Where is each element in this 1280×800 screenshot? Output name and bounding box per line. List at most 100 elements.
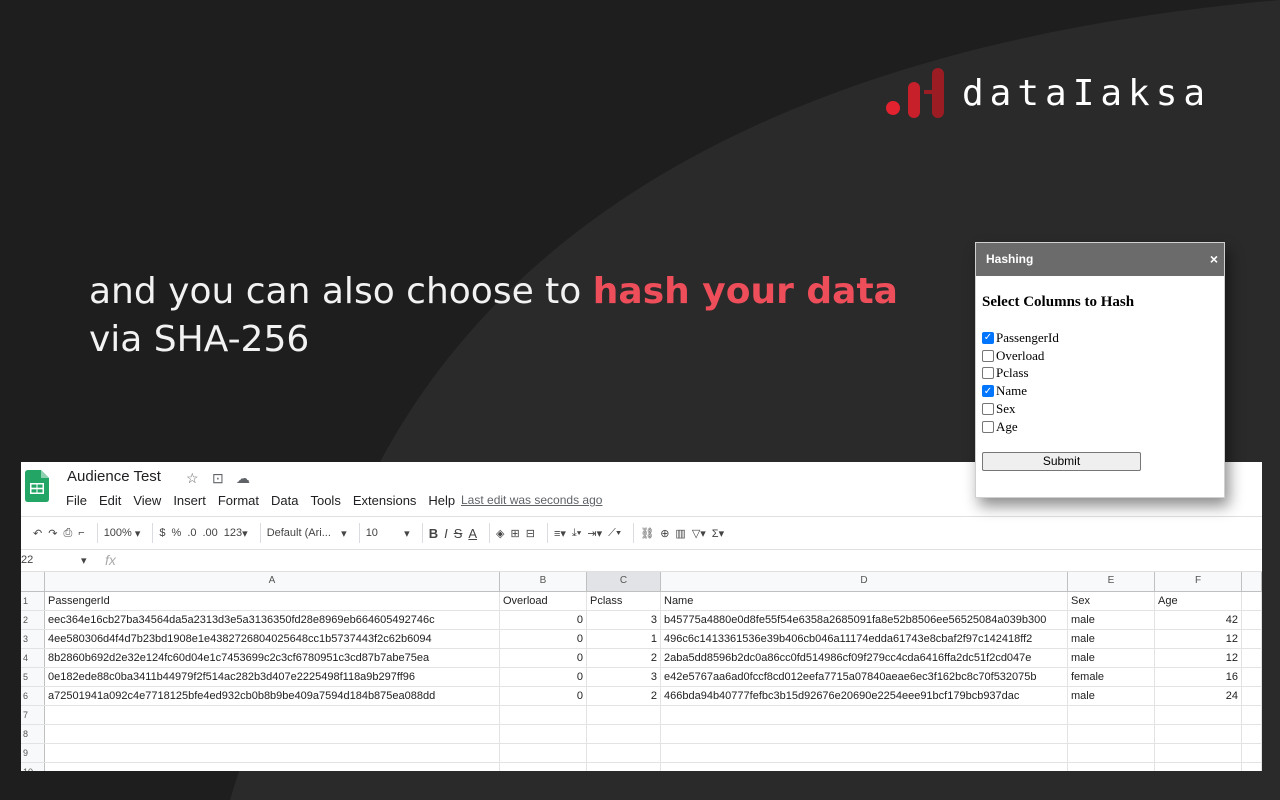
row-number[interactable]: 8 <box>21 725 45 743</box>
table-cell[interactable]: Name <box>661 592 1068 610</box>
column-header-a[interactable]: A <box>45 572 500 591</box>
table-cell[interactable] <box>587 744 661 762</box>
column-header-c[interactable]: C <box>587 572 661 591</box>
column-option-label[interactable]: Sex <box>996 401 1016 417</box>
column-header-e[interactable]: E <box>1068 572 1155 591</box>
table-cell[interactable]: e42e5767aa6ad0fccf8cd012eefa7715a07840ae… <box>661 668 1068 686</box>
menu-insert[interactable]: Insert <box>173 493 206 508</box>
row-number[interactable]: 4 <box>21 649 45 667</box>
vertical-align-icon[interactable]: ⤓▾ <box>572 521 581 545</box>
table-cell[interactable]: a72501941a092c4e7718125bfe4ed932cb0b8b9b… <box>45 687 500 705</box>
table-cell[interactable]: male <box>1068 630 1155 648</box>
table-cell[interactable] <box>1242 763 1262 771</box>
table-cell[interactable] <box>1242 725 1262 743</box>
table-cell[interactable] <box>500 725 587 743</box>
cloud-status-icon[interactable]: ☁ <box>236 470 250 487</box>
close-icon[interactable]: × <box>1210 243 1218 276</box>
menu-help[interactable]: Help <box>428 493 455 508</box>
insert-comment-icon[interactable]: ⊕ <box>660 521 669 545</box>
menu-tools[interactable]: Tools <box>310 493 340 508</box>
table-cell[interactable] <box>1242 744 1262 762</box>
column-header-f[interactable]: F <box>1155 572 1242 591</box>
table-cell[interactable]: PassengerId <box>45 592 500 610</box>
table-cell[interactable]: 466bda94b40777fefbc3b15d92676e20690e2254… <box>661 687 1068 705</box>
print-icon[interactable]: ⎙ <box>63 521 72 545</box>
document-title[interactable]: Audience Test <box>67 468 161 485</box>
undo-icon[interactable]: ↶ <box>33 521 42 545</box>
table-cell[interactable]: 0 <box>500 630 587 648</box>
table-cell[interactable]: 2aba5dd8596b2dc0a86cc0fd514986cf09f279cc… <box>661 649 1068 667</box>
increase-decimal-button[interactable]: .00 <box>203 521 218 545</box>
functions-icon[interactable]: Σ▾ <box>712 521 724 545</box>
row-number[interactable]: 5 <box>21 668 45 686</box>
name-box[interactable]: 22 ▾ <box>21 554 91 567</box>
currency-button[interactable]: $ <box>159 521 165 545</box>
borders-icon[interactable]: ⊞ <box>511 521 520 545</box>
table-cell[interactable]: 0 <box>500 649 587 667</box>
table-cell[interactable]: eec364e16cb27ba34564da5a2313d3e5a3136350… <box>45 611 500 629</box>
table-cell[interactable] <box>587 725 661 743</box>
table-cell[interactable] <box>1242 592 1262 610</box>
menu-extensions[interactable]: Extensions <box>353 493 417 508</box>
table-cell[interactable]: 0 <box>500 668 587 686</box>
table-cell[interactable] <box>1068 763 1155 771</box>
menu-view[interactable]: View <box>133 493 161 508</box>
column-option-label[interactable]: PassengerId <box>996 330 1059 346</box>
menu-file[interactable]: File <box>66 493 87 508</box>
horizontal-align-icon[interactable]: ≡▾ <box>554 521 566 545</box>
zoom-select[interactable]: 100% ▾ <box>104 521 141 545</box>
submit-button[interactable]: Submit <box>982 451 1141 471</box>
table-cell[interactable] <box>1242 630 1262 648</box>
table-cell[interactable] <box>587 706 661 724</box>
insert-chart-icon[interactable]: ▥ <box>675 521 685 545</box>
column-checkbox[interactable] <box>982 349 994 362</box>
fill-color-icon[interactable]: ◈ <box>496 521 504 545</box>
table-cell[interactable] <box>1155 706 1242 724</box>
menu-edit[interactable]: Edit <box>99 493 121 508</box>
table-cell[interactable] <box>45 706 500 724</box>
insert-link-icon[interactable]: ⛓ <box>640 521 654 545</box>
table-cell[interactable]: Sex <box>1068 592 1155 610</box>
table-cell[interactable] <box>1068 725 1155 743</box>
last-edit-link[interactable]: Last edit was seconds ago <box>461 493 602 507</box>
row-number[interactable]: 2 <box>21 611 45 629</box>
filter-icon[interactable]: ▽▾ <box>692 521 706 545</box>
table-cell[interactable]: male <box>1068 649 1155 667</box>
column-option-label[interactable]: Overload <box>996 348 1044 364</box>
menu-data[interactable]: Data <box>271 493 298 508</box>
table-cell[interactable] <box>45 725 500 743</box>
table-cell[interactable] <box>1242 611 1262 629</box>
column-option-label[interactable]: Pclass <box>996 365 1029 381</box>
table-cell[interactable]: 3 <box>587 668 661 686</box>
table-cell[interactable]: 496c6c1413361536e39b406cb046a11174edda61… <box>661 630 1068 648</box>
paint-format-icon[interactable]: ⌐ <box>78 521 84 545</box>
column-header-d[interactable]: D <box>661 572 1068 591</box>
table-cell[interactable]: Overload <box>500 592 587 610</box>
table-cell[interactable] <box>1155 763 1242 771</box>
column-checkbox[interactable] <box>982 420 994 433</box>
table-cell[interactable] <box>587 763 661 771</box>
table-cell[interactable]: female <box>1068 668 1155 686</box>
table-cell[interactable]: 4ee580306d4f4d7b23bd1908e1e4382726804025… <box>45 630 500 648</box>
table-cell[interactable]: Age <box>1155 592 1242 610</box>
percent-button[interactable]: % <box>172 521 182 545</box>
table-cell[interactable] <box>661 744 1068 762</box>
strikethrough-icon[interactable]: S <box>454 521 463 545</box>
row-number[interactable]: 9 <box>21 744 45 762</box>
table-cell[interactable]: b45775a4880e0d8fe55f54e6358a2685091fa8e5… <box>661 611 1068 629</box>
table-cell[interactable] <box>1155 744 1242 762</box>
italic-icon[interactable]: I <box>444 521 448 545</box>
table-cell[interactable] <box>1068 744 1155 762</box>
table-cell[interactable]: male <box>1068 611 1155 629</box>
merge-cells-icon[interactable]: ⊟ <box>526 521 535 545</box>
table-cell[interactable] <box>1155 725 1242 743</box>
table-cell[interactable] <box>661 725 1068 743</box>
table-cell[interactable]: 42 <box>1155 611 1242 629</box>
column-checkbox[interactable] <box>982 367 994 380</box>
table-cell[interactable]: 2 <box>587 687 661 705</box>
star-icon[interactable]: ☆ <box>186 470 199 487</box>
table-cell[interactable]: 1 <box>587 630 661 648</box>
column-header-g[interactable] <box>1242 572 1262 591</box>
row-number[interactable]: 1 <box>21 592 45 610</box>
table-cell[interactable] <box>500 744 587 762</box>
